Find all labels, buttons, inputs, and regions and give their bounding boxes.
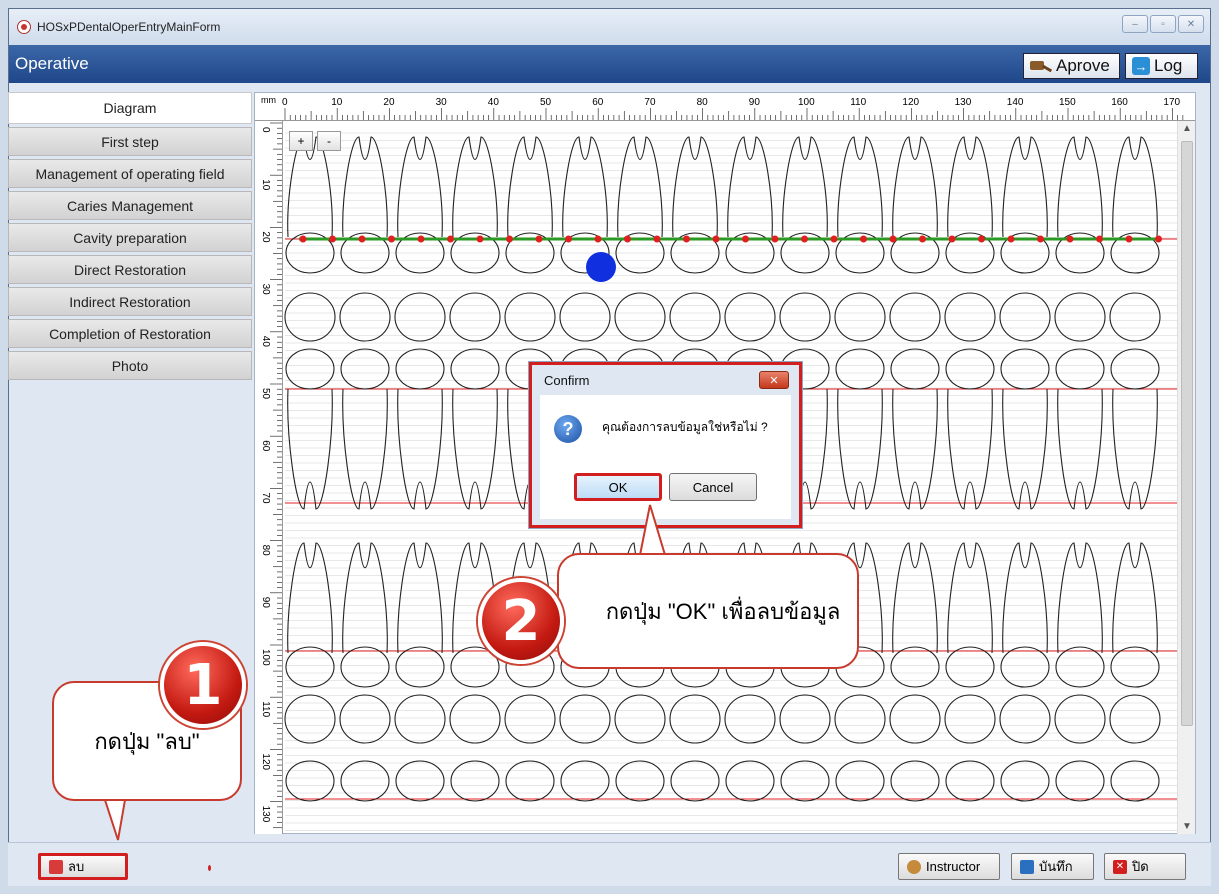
step2-text: กดปุ่ม "OK" เพื่อลบข้อมูล <box>605 598 841 624</box>
step2-callout: กดปุ่ม "OK" เพื่อลบข้อมูล <box>557 553 859 669</box>
step1-text: กดปุ่ม "ลบ" <box>94 728 200 754</box>
step1-badge: 1 <box>160 642 246 728</box>
step2-badge: 2 <box>478 578 564 664</box>
